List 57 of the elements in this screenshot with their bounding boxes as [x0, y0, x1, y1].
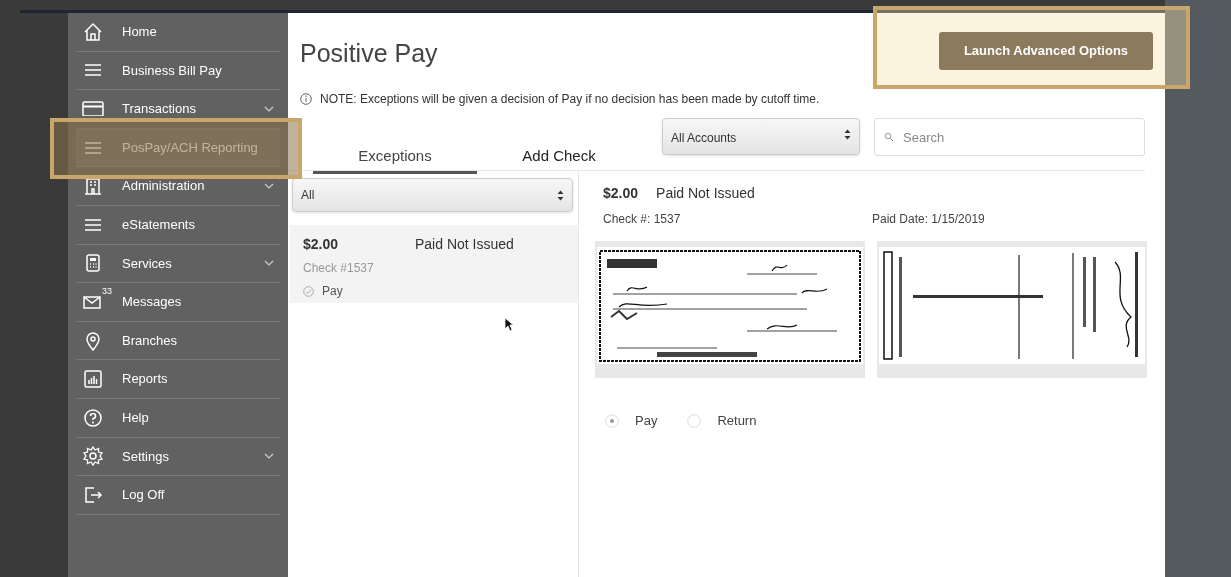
select-arrows-icon	[844, 129, 851, 140]
status-text: Paid Not Issued	[656, 184, 755, 203]
sidebar-label: eStatements	[122, 216, 196, 234]
check-circle-icon	[303, 285, 314, 297]
tab[interactable]: Add Check	[477, 141, 641, 174]
sidebar-label: Messages	[122, 293, 183, 312]
filter-select[interactable]: All	[292, 178, 573, 212]
sidebar-item[interactable]: Help	[76, 398, 280, 438]
sidebar-label: PosPay/ACH Reporting	[122, 138, 259, 157]
amount-text: $2.00	[603, 184, 639, 203]
check-number: Check #: 1537	[603, 211, 682, 228]
sidebar-item[interactable]: Administration	[76, 167, 280, 206]
radio-label: Pay	[635, 412, 658, 430]
bar-chart-icon	[82, 368, 104, 391]
sidebar-label: Help	[122, 409, 150, 427]
select-arrows-icon	[557, 189, 564, 201]
settings-icon	[82, 445, 104, 468]
sidebar-label: Transactions	[122, 100, 197, 119]
search-icon	[884, 132, 894, 142]
sidebar-label: Administration	[122, 177, 206, 196]
card-icon	[82, 101, 104, 117]
sidebar-label: Reports	[122, 370, 169, 389]
check-number: Check #1537	[303, 260, 375, 277]
sidebar-item[interactable]: 33 Messages	[76, 283, 280, 322]
sidebar-label: Home	[122, 23, 158, 42]
radio-button[interactable]	[687, 413, 702, 428]
sidebar-item[interactable]: Services	[76, 244, 280, 284]
home-icon	[82, 20, 104, 43]
help-icon	[82, 406, 104, 429]
sidebar-item[interactable]: Home	[76, 13, 280, 52]
sidebar-label: Branches	[122, 331, 178, 350]
exception-item[interactable]: $2.00 Paid Not Issued Check #1537 Pay	[290, 225, 578, 303]
note-text: NOTE: Exceptions will be given a decision of Pay if no decision has been made by cutoff time.	[320, 91, 820, 108]
sidebar-label: Services	[122, 254, 173, 273]
sidebar-item[interactable]: Branches	[76, 321, 280, 361]
launch-advanced-options-button[interactable]: Launch Advanced Options	[939, 32, 1153, 70]
sidebar-item[interactable]: eStatements	[76, 205, 280, 245]
message-count: 33	[102, 284, 112, 298]
sidebar-item[interactable]: Business Bill Pay	[76, 51, 280, 91]
radio-button[interactable]	[605, 413, 619, 428]
sidebar-item[interactable]: Log Off	[76, 476, 280, 515]
sidebar-item[interactable]: Reports	[76, 360, 280, 399]
radio-label: Return	[717, 412, 757, 430]
sidebar-item[interactable]: Settings	[76, 437, 280, 477]
cursor-icon	[504, 317, 514, 332]
sidebar-item[interactable]: Transactions	[76, 90, 280, 129]
sidebar-label: Log Off	[122, 486, 166, 505]
search-field[interactable]: Search	[874, 118, 1145, 156]
amount-text: $2.00	[303, 235, 340, 254]
page-title: Positive Pay	[300, 38, 438, 69]
sidebar-label: Settings	[122, 447, 170, 466]
info-icon	[300, 93, 312, 105]
status-text: Paid Not Issued	[415, 235, 514, 254]
paid-date: Paid Date: 1/15/2019	[872, 211, 985, 228]
sidebar-label: Business Bill Pay	[122, 61, 223, 80]
decision-text: Pay	[322, 283, 343, 300]
account-select[interactable]: All Accounts	[662, 118, 860, 155]
